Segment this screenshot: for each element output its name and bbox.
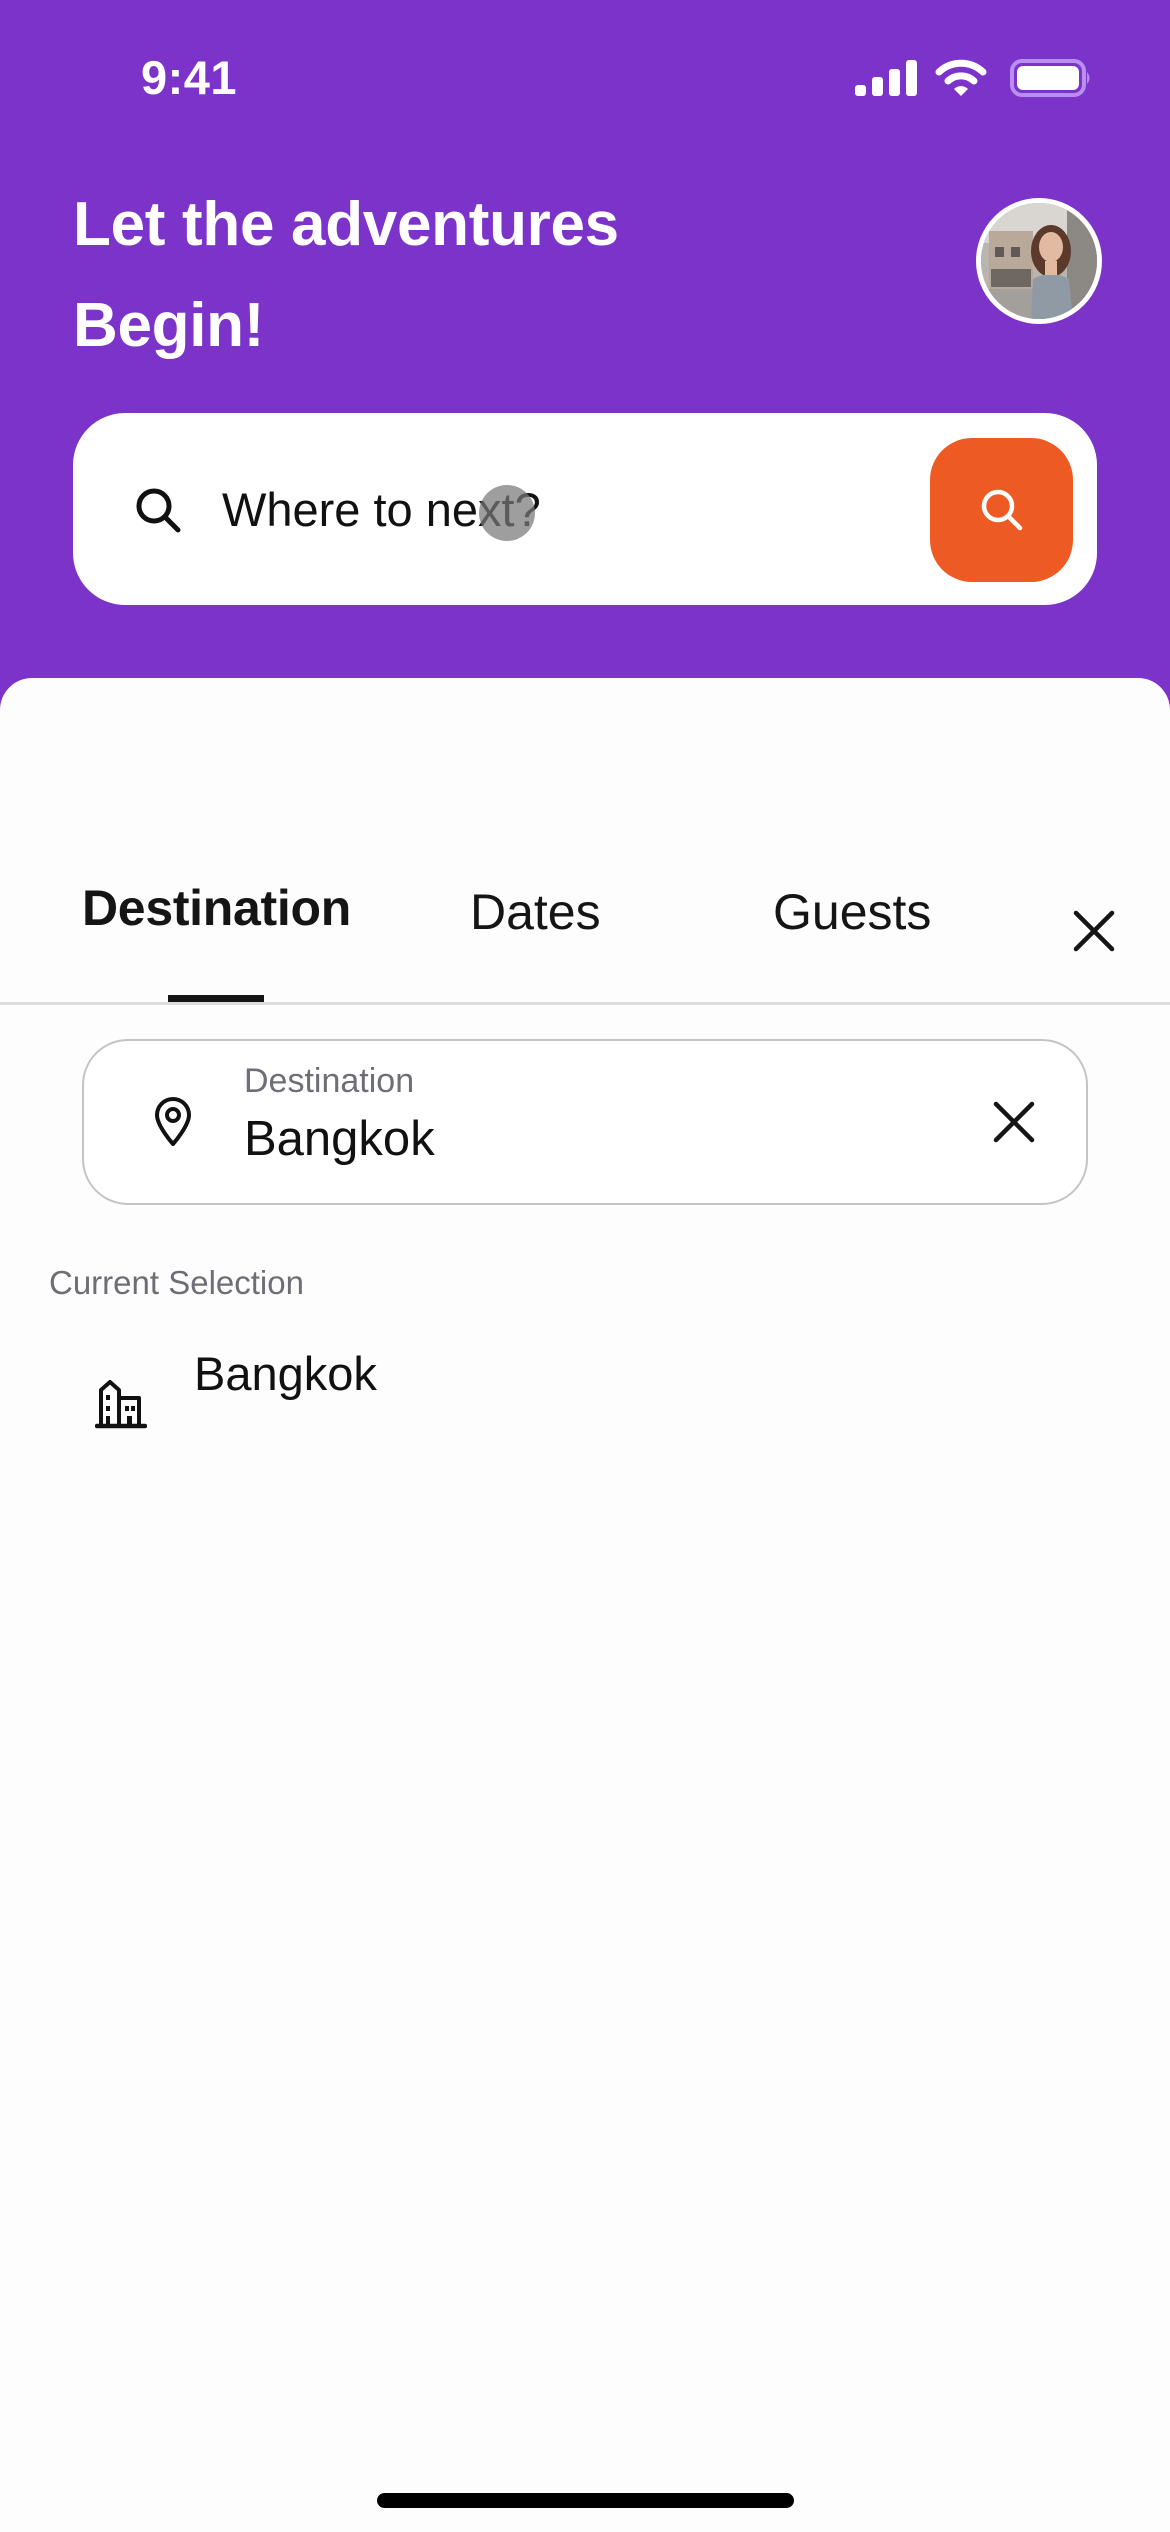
avatar-image [981, 203, 1097, 319]
map-pin-icon [155, 1097, 191, 1146]
touch-indicator [479, 485, 535, 541]
search-sheet [0, 678, 1170, 2532]
status-time: 9:41 [141, 51, 238, 104]
cellular-signal-icon [855, 60, 917, 96]
building-icon [95, 1380, 147, 1429]
hero-title-line-1: Let the adventures [73, 190, 619, 259]
wifi-icon [935, 59, 987, 96]
tab-divider [0, 1002, 1170, 1005]
destination-field-value[interactable]: Bangkok [244, 1110, 435, 1168]
tab-guests[interactable]: Guests [773, 882, 931, 942]
list-item-label: Bangkok [194, 1347, 377, 1400]
home-indicator[interactable] [377, 2493, 794, 2508]
search-submit-button[interactable] [930, 438, 1073, 582]
battery-icon [1010, 59, 1090, 97]
current-selection-heading: Current Selection [49, 1264, 304, 1301]
destination-field[interactable] [82, 1039, 1088, 1205]
hero-title: Let the adventures Begin! [73, 174, 793, 376]
search-icon [981, 489, 1022, 531]
search-icon [136, 488, 181, 533]
active-tab-indicator [168, 995, 264, 1002]
clear-destination-button[interactable] [989, 1097, 1039, 1147]
close-sheet-button[interactable] [1068, 905, 1120, 957]
hero-title-line-2: Begin! [73, 291, 265, 360]
destination-field-label: Destination [244, 1062, 415, 1100]
tab-destination[interactable]: Destination [82, 878, 351, 938]
avatar[interactable] [976, 198, 1102, 324]
tab-dates[interactable]: Dates [470, 882, 601, 942]
